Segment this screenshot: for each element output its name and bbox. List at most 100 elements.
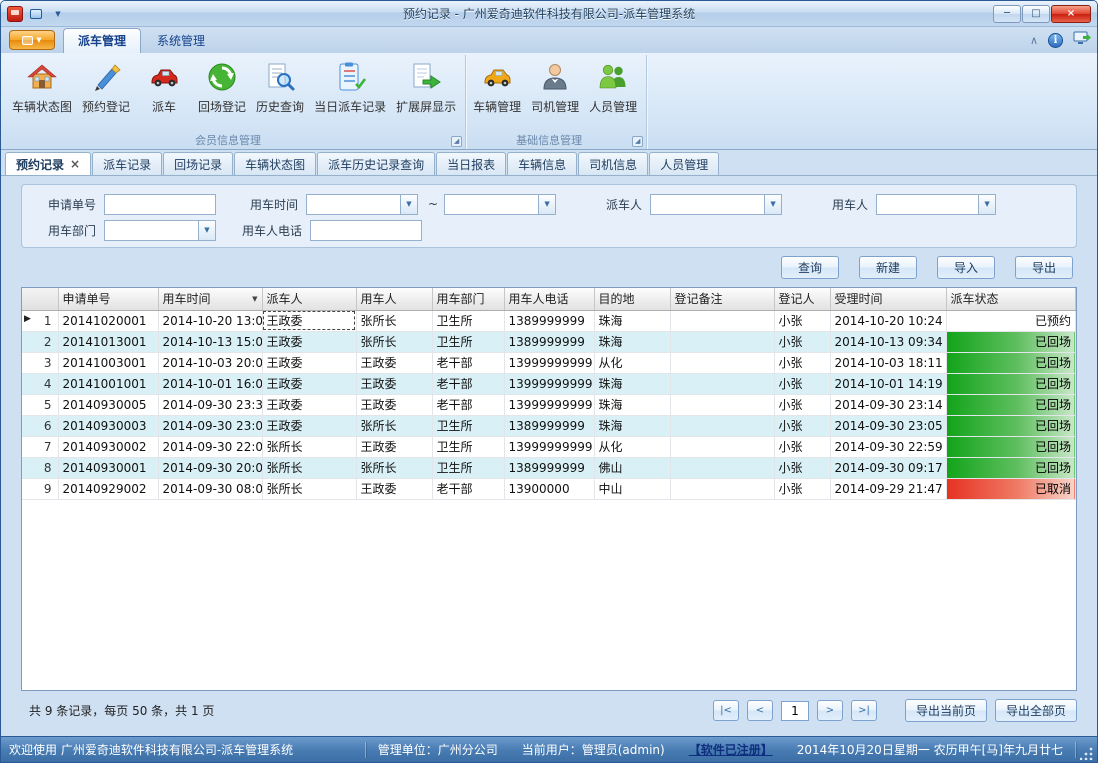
cell-destination[interactable]: 中山	[594, 478, 670, 499]
column-header-use-time[interactable]: 用车时间▼	[158, 288, 262, 310]
cell-registrar[interactable]: 小张	[774, 352, 830, 373]
external-display-icon[interactable]	[1073, 31, 1091, 49]
table-row[interactable]: 3201410030012014-10-03 20:00王政委王政委老干部139…	[22, 352, 1076, 373]
cell-status[interactable]: 已回场	[946, 415, 1076, 436]
new-button[interactable]: 新建	[859, 256, 917, 279]
cell-remark[interactable]	[670, 415, 774, 436]
cell-accept-time[interactable]: 2014-10-01 14:19	[830, 373, 946, 394]
cell-status[interactable]: 已回场	[946, 331, 1076, 352]
cell-user[interactable]: 张所长	[356, 310, 432, 331]
cell-use-time[interactable]: 2014-09-30 23:30	[158, 394, 262, 415]
column-header-registrar[interactable]: 登记人	[774, 288, 830, 310]
return-register-button[interactable]: 回场登记	[193, 57, 251, 131]
help-info-icon[interactable]: i	[1048, 33, 1063, 48]
page-number-input[interactable]	[781, 701, 809, 721]
cell-use-time[interactable]: 2014-10-03 20:00	[158, 352, 262, 373]
resize-grip[interactable]	[1080, 746, 1094, 760]
request-no-input[interactable]	[104, 194, 216, 215]
ribbon-collapse-icon[interactable]: ∧	[1030, 34, 1038, 47]
close-button[interactable]: ×	[1051, 5, 1091, 23]
column-header-status[interactable]: 派车状态	[946, 288, 1076, 310]
doc-tab-4[interactable]: 派车历史记录查询	[317, 152, 435, 175]
cell-destination[interactable]: 珠海	[594, 310, 670, 331]
cell-accept-time[interactable]: 2014-09-30 22:59	[830, 436, 946, 457]
cell-dispatcher[interactable]: 张所长	[262, 478, 356, 499]
cell-user[interactable]: 王政委	[356, 373, 432, 394]
doc-tab-6[interactable]: 车辆信息	[507, 152, 577, 175]
cell-user[interactable]: 王政委	[356, 352, 432, 373]
column-header-user[interactable]: 用车人	[356, 288, 432, 310]
cell-registrar[interactable]: 小张	[774, 373, 830, 394]
cell-registrar[interactable]: 小张	[774, 310, 830, 331]
cell-department[interactable]: 老干部	[432, 478, 504, 499]
cell-remark[interactable]	[670, 394, 774, 415]
cell-accept-time[interactable]: 2014-09-30 23:14	[830, 394, 946, 415]
cell-remark[interactable]	[670, 373, 774, 394]
cell-registrar[interactable]: 小张	[774, 478, 830, 499]
cell-department[interactable]: 卫生所	[432, 436, 504, 457]
cell-phone[interactable]: 13999999999	[504, 394, 594, 415]
cell-phone[interactable]: 1389999999	[504, 331, 594, 352]
cell-phone[interactable]: 13999999999	[504, 373, 594, 394]
dispatcher-select[interactable]: ▼	[650, 194, 782, 215]
export-current-page-button[interactable]: 导出当前页	[905, 699, 987, 722]
minimize-button[interactable]: ─	[993, 5, 1021, 23]
cell-destination[interactable]: 珠海	[594, 373, 670, 394]
use-time-to-select[interactable]: ▼	[444, 194, 556, 215]
cell-dispatcher[interactable]: 张所长	[262, 436, 356, 457]
column-header-phone[interactable]: 用车人电话	[504, 288, 594, 310]
today-dispatch-records-button[interactable]: 当日派车记录	[309, 57, 391, 131]
column-header-remark[interactable]: 登记备注	[670, 288, 774, 310]
cell-destination[interactable]: 珠海	[594, 394, 670, 415]
cell-destination[interactable]: 从化	[594, 436, 670, 457]
group-dialog-launcher-icon[interactable]: ◢	[451, 136, 462, 147]
cell-phone[interactable]: 1389999999	[504, 415, 594, 436]
personnel-manage-button[interactable]: 人员管理	[584, 57, 642, 131]
cell-remark[interactable]	[670, 436, 774, 457]
reservation-register-button[interactable]: 预约登记	[77, 57, 135, 131]
dispatch-button[interactable]: 派车	[135, 57, 193, 131]
cell-request-no[interactable]: 20141013001	[58, 331, 158, 352]
cell-phone[interactable]: 13900000	[504, 478, 594, 499]
doc-tab-2[interactable]: 回场记录	[163, 152, 233, 175]
cell-remark[interactable]	[670, 352, 774, 373]
cell-status[interactable]: 已回场	[946, 394, 1076, 415]
close-tab-icon[interactable]: ×	[70, 159, 80, 169]
cell-status[interactable]: 已回场	[946, 457, 1076, 478]
cell-phone[interactable]: 13999999999	[504, 436, 594, 457]
table-row[interactable]: ▶1201410200012014-10-20 13:00王政委张所长卫生所13…	[22, 310, 1076, 331]
cell-dispatcher[interactable]: 王政委	[262, 373, 356, 394]
user-select[interactable]: ▼	[876, 194, 996, 215]
cell-use-time[interactable]: 2014-10-20 13:00	[158, 310, 262, 331]
cell-remark[interactable]	[670, 310, 774, 331]
cell-status[interactable]: 已取消	[946, 478, 1076, 499]
query-button[interactable]: 查询	[781, 256, 839, 279]
cell-status[interactable]: 已预约	[946, 310, 1076, 331]
table-row[interactable]: 4201410010012014-10-01 16:00王政委王政委老干部139…	[22, 373, 1076, 394]
column-header-request-no[interactable]: 申请单号	[58, 288, 158, 310]
cell-destination[interactable]: 从化	[594, 352, 670, 373]
cell-dispatcher[interactable]: 王政委	[262, 415, 356, 436]
use-time-from-select[interactable]: ▼	[306, 194, 418, 215]
cell-dispatcher[interactable]: 王政委	[262, 352, 356, 373]
cell-department[interactable]: 卫生所	[432, 331, 504, 352]
maximize-button[interactable]: □	[1022, 5, 1050, 23]
doc-tab-0[interactable]: 预约记录×	[5, 152, 91, 175]
cell-registrar[interactable]: 小张	[774, 394, 830, 415]
column-header-dispatcher[interactable]: 派车人	[262, 288, 356, 310]
export-all-pages-button[interactable]: 导出全部页	[995, 699, 1077, 722]
cell-registrar[interactable]: 小张	[774, 457, 830, 478]
cell-accept-time[interactable]: 2014-10-03 18:11	[830, 352, 946, 373]
doc-tab-1[interactable]: 派车记录	[92, 152, 162, 175]
export-button[interactable]: 导出	[1015, 256, 1073, 279]
cell-use-time[interactable]: 2014-09-30 08:00	[158, 478, 262, 499]
cell-use-time[interactable]: 2014-09-30 23:00	[158, 415, 262, 436]
cell-department[interactable]: 老干部	[432, 352, 504, 373]
cell-status[interactable]: 已回场	[946, 373, 1076, 394]
last-page-button[interactable]: >|	[851, 700, 877, 721]
column-header-destination[interactable]: 目的地	[594, 288, 670, 310]
first-page-button[interactable]: |<	[713, 700, 739, 721]
cell-request-no[interactable]: 20140930003	[58, 415, 158, 436]
cell-dispatcher[interactable]: 王政委	[262, 310, 356, 331]
cell-request-no[interactable]: 20141020001	[58, 310, 158, 331]
